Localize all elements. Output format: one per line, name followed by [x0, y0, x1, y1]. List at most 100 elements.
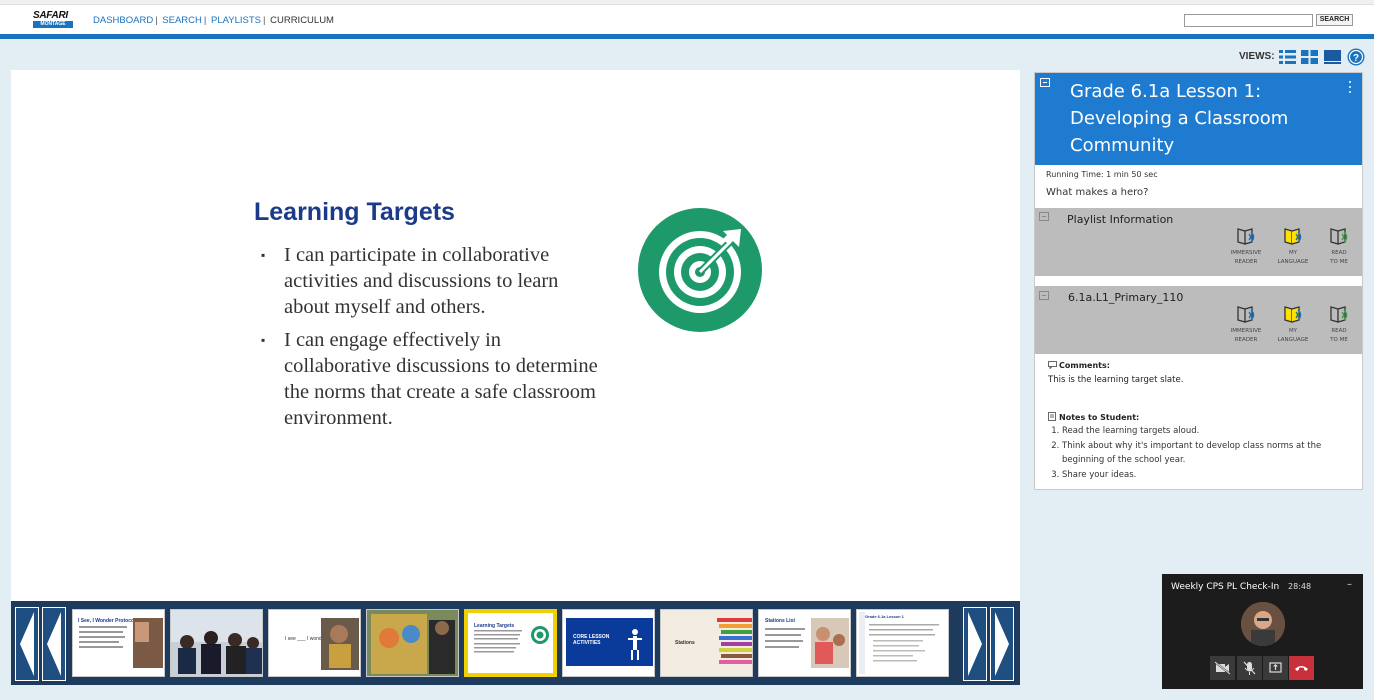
- immersive-reader-icon: [1237, 306, 1255, 323]
- nav-curriculum[interactable]: CURRICULUM: [270, 15, 334, 26]
- nav-dashboard[interactable]: DASHBOARD: [93, 15, 153, 26]
- read-to-me-icon: [1330, 306, 1348, 323]
- call-timer: 28:48: [1288, 582, 1312, 591]
- nav-search[interactable]: SEARCH: [162, 15, 202, 26]
- thumbnail-image: [79, 618, 163, 668]
- my-language-button[interactable]: MY LANGUAGE: [1275, 305, 1311, 345]
- read-to-me-button[interactable]: READ TO ME: [1321, 227, 1357, 267]
- search-input[interactable]: [1184, 14, 1313, 27]
- comments-label: Comments:: [1059, 361, 1110, 370]
- filmstrip-first-button[interactable]: [15, 607, 39, 681]
- list-view-icon[interactable]: [1279, 49, 1296, 65]
- slide-title: Learning Targets: [254, 198, 455, 226]
- hang-up-icon: [1295, 666, 1308, 671]
- safari-montage-logo[interactable]: SAFARI MONTAGE: [33, 11, 73, 29]
- thumbnail-image: [474, 626, 549, 653]
- notes-heading: Notes to Student:: [1048, 412, 1139, 422]
- filmstrip-thumbnail[interactable]: Stations List: [758, 609, 851, 677]
- my-language-button[interactable]: MY LANGUAGE: [1275, 227, 1311, 267]
- thumbnail-image: [171, 610, 262, 676]
- help-icon[interactable]: ?: [1347, 48, 1365, 66]
- filmstrip-thumbnail[interactable]: Stations: [660, 609, 753, 677]
- immersive-reader-button[interactable]: IMMERSIVE READER: [1228, 305, 1264, 345]
- filmstrip-thumbnail[interactable]: Grade 6.1a Lesson 1: [856, 609, 949, 677]
- filmstrip-thumbnail-selected[interactable]: Learning Targets: [464, 609, 557, 677]
- filmstrip-last-button[interactable]: [990, 607, 1014, 681]
- thumbnail-image: [765, 618, 849, 668]
- lesson-info-panel: Grade 6.1a Lesson 1: Developing a Classr…: [1034, 72, 1363, 490]
- slide-view-icon[interactable]: [1324, 49, 1341, 65]
- note-item: Read the learning targets aloud.: [1062, 424, 1348, 439]
- logo-top-text: SAFARI: [33, 10, 68, 21]
- header-accent-bar: [0, 34, 1374, 39]
- last-arrow-icon: [995, 612, 1009, 676]
- tool-label: MY LANGUAGE: [1277, 250, 1309, 265]
- collapse-icon[interactable]: [1039, 291, 1049, 300]
- my-language-icon: [1284, 306, 1302, 323]
- running-time: Running Time: 1 min 50 sec: [1046, 170, 1158, 179]
- comment-icon: [1048, 361, 1057, 370]
- filmstrip-next-button[interactable]: [963, 607, 987, 681]
- next-arrow-icon: [968, 612, 982, 676]
- camera-off-icon: [1214, 661, 1231, 675]
- my-language-icon: [1284, 228, 1302, 245]
- note-item: Share your ideas.: [1062, 468, 1348, 483]
- expand-icon[interactable]: [1039, 212, 1049, 221]
- nav-playlists[interactable]: PLAYLISTS: [211, 15, 261, 26]
- filmstrip-thumbnail[interactable]: [170, 609, 263, 677]
- minimize-button[interactable]: –: [1347, 579, 1352, 590]
- thumbnail-label: CORE LESSON ACTIVITIES: [573, 634, 610, 646]
- slide-bullets: ▪ I can participate in collaborative acti…: [261, 242, 601, 438]
- more-options-icon[interactable]: [1348, 81, 1352, 95]
- slide-viewer: Learning Targets ▪ I can participate in c…: [11, 70, 1020, 601]
- immersive-reader-button[interactable]: IMMERSIVE READER: [1228, 227, 1264, 267]
- notes-icon: [1048, 412, 1056, 421]
- grid-view-icon[interactable]: [1301, 49, 1318, 65]
- end-call-button[interactable]: [1289, 656, 1314, 680]
- lesson-question: What makes a hero?: [1046, 187, 1149, 198]
- browser-edge: [0, 0, 1374, 5]
- collapse-icon[interactable]: [1040, 78, 1050, 87]
- comments-heading: Comments:: [1048, 361, 1110, 370]
- views-label: VIEWS:: [1239, 51, 1275, 62]
- mic-toggle-button[interactable]: [1237, 656, 1262, 680]
- slide-bullet: ▪ I can engage effectively in collaborati…: [261, 329, 598, 429]
- thumbnail-image: [859, 612, 939, 674]
- filmstrip-thumbnail[interactable]: I See, I Wonder Protocol: [72, 609, 165, 677]
- thumbnail-image: [367, 610, 458, 676]
- thumbnail-image: [321, 618, 359, 670]
- lesson-header: Grade 6.1a Lesson 1: Developing a Classr…: [1035, 73, 1362, 165]
- first-arrow-icon: [20, 612, 34, 676]
- section-title[interactable]: 6.1a.L1_Primary_110: [1068, 291, 1183, 304]
- camera-toggle-button[interactable]: [1210, 656, 1235, 680]
- slide-bullet: ▪ I can participate in collaborative acti…: [261, 244, 559, 318]
- share-screen-button[interactable]: [1263, 656, 1288, 680]
- filmstrip-thumbnail[interactable]: I see ___ I wonder: [268, 609, 361, 677]
- main-nav: DASHBOARD | SEARCH | PLAYLISTS | CURRICULUM: [93, 15, 334, 26]
- tool-label: IMMERSIVE READER: [1230, 328, 1262, 343]
- notes-list: Read the learning targets aloud. Think a…: [1048, 424, 1348, 482]
- thumbnail-label: Stations: [675, 640, 695, 646]
- mic-off-icon: [1243, 661, 1256, 675]
- bullet-text: I can engage effectively in collaborativ…: [284, 329, 598, 429]
- participant-avatar: [1241, 602, 1285, 646]
- prev-arrow-icon: [47, 612, 61, 676]
- top-bar: SAFARI MONTAGE DASHBOARD | SEARCH | PLAYLI…: [0, 0, 1374, 34]
- filmstrip-thumbnail[interactable]: [366, 609, 459, 677]
- comments-text: This is the learning target slate.: [1048, 375, 1184, 385]
- tool-label: READ TO ME: [1330, 250, 1348, 265]
- slide-filmstrip: I See, I Wonder Protocol I see ___ I won…: [11, 601, 1020, 685]
- filmstrip-thumbnail[interactable]: CORE LESSON ACTIVITIES: [562, 609, 655, 677]
- tool-label: MY LANGUAGE: [1277, 328, 1309, 343]
- share-screen-icon: [1269, 662, 1282, 673]
- section-title[interactable]: Playlist Information: [1067, 213, 1173, 226]
- read-to-me-button[interactable]: READ TO ME: [1321, 305, 1357, 345]
- svg-text:?: ?: [1353, 53, 1359, 64]
- search-button[interactable]: SEARCH: [1316, 14, 1353, 26]
- logo-bottom-text: MONTAGE: [33, 21, 73, 28]
- notes-label: Notes to Student:: [1059, 413, 1140, 422]
- video-call-window[interactable]: Weekly CPS PL Check-In 28:48 –: [1162, 574, 1363, 689]
- filmstrip-prev-button[interactable]: [42, 607, 66, 681]
- media-item-section: 6.1a.L1_Primary_110 IMMERSIVE READER MY LA…: [1035, 286, 1362, 354]
- immersive-reader-icon: [1237, 228, 1255, 245]
